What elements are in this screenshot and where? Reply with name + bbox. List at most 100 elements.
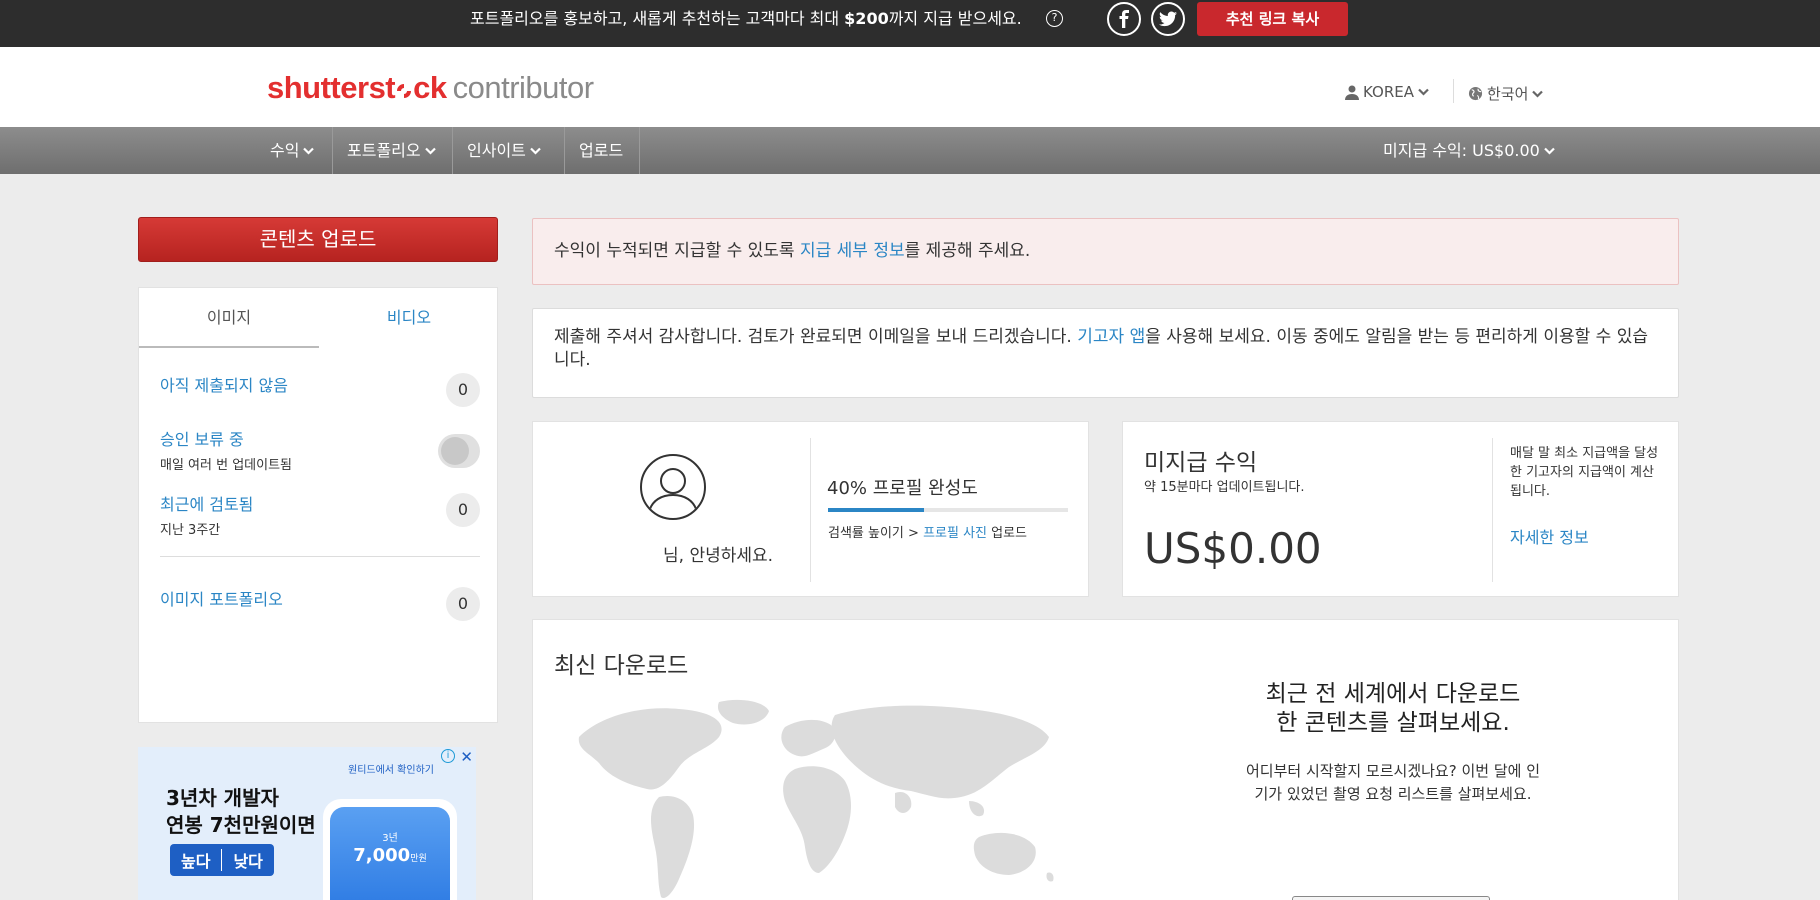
status-not-submitted[interactable]: 아직 제출되지 않음 0 xyxy=(160,372,480,407)
status-pending-review[interactable]: 승인 보류 중 매일 여러 번 업데이트됨 xyxy=(160,426,480,473)
downloads-title: 최신 다운로드 xyxy=(554,653,689,679)
chevron-down-icon xyxy=(1418,88,1429,96)
ad-headline-line-2: 연봉 7천만원이면 xyxy=(166,813,316,837)
nav-insights[interactable]: 인사이트 xyxy=(453,127,565,174)
nav-unpaid-label: 미지급 수익: US$0.00 xyxy=(1383,141,1540,160)
greeting-text: 님, 안녕하세요. xyxy=(663,546,774,566)
nav-earnings-label: 수익 xyxy=(270,141,300,160)
ad-headline-line-1: 3년차 개발자 xyxy=(166,786,279,810)
shot-list-button[interactable] xyxy=(1292,896,1490,900)
payout-details-alert: 수익이 누적되면 지급할 수 있도록 지급 세부 정보를 제공해 주세요. xyxy=(532,218,1679,285)
ad-close-icon[interactable]: ✕ xyxy=(460,748,473,766)
profile-hint: 검색률 높이기 > 프로필 사진 업로드 xyxy=(828,522,1027,541)
alert-text: 수익이 누적되면 지급할 수 있도록 xyxy=(554,241,800,261)
ad-button-group: 높다 낮다 xyxy=(170,844,274,876)
twitter-icon[interactable] xyxy=(1151,2,1185,36)
language-menu[interactable]: 한국어 xyxy=(1468,83,1544,104)
ad-screen-unit: 만원 xyxy=(410,854,427,864)
latest-downloads-card: 최신 다운로드 최근 전 세계에서 다운로드 한 콘텐츠를 살펴보세요. 어디부… xyxy=(532,619,1679,900)
ad-top-label: 원티드에서 확인하기 xyxy=(348,765,434,776)
count-badge: 0 xyxy=(446,587,480,621)
ad-screen-value: 7,000만원 xyxy=(330,845,450,866)
profile-card: 님, 안녕하세요. 40% 프로필 완성도 검색률 높이기 > 프로필 사진 업… xyxy=(532,421,1089,597)
tab-images[interactable]: 이미지 xyxy=(139,288,319,348)
account-label: KOREA xyxy=(1363,83,1414,101)
logo-brand-part-1: shutterst xyxy=(267,70,396,105)
earnings-note: 매달 말 최소 지급액을 달성한 기고자의 지급액이 계산됩니다. xyxy=(1510,446,1659,499)
promo-bar: 포트폴리오를 홍보하고, 새롭게 추천하는 고객마다 최대 $200까지 지급 … xyxy=(0,0,1820,47)
divider xyxy=(810,438,811,582)
chevron-down-icon xyxy=(530,147,541,155)
submission-thanks-alert: 제출해 주셔서 감사합니다. 검토가 완료되면 이메일을 보내 드리겠습니다. … xyxy=(532,308,1679,398)
downloads-heading-line-1: 최근 전 세계에서 다운로드 xyxy=(1265,681,1521,707)
site-header: shutterst ck contributor KOREA 한국어 xyxy=(0,47,1820,127)
nav-upload[interactable]: 업로드 xyxy=(565,127,640,174)
status-subtitle: 지난 3주간 xyxy=(160,523,221,538)
divider xyxy=(1492,438,1493,582)
globe-icon xyxy=(1468,86,1483,101)
progress-fill xyxy=(828,508,924,512)
status-title: 최근에 검토됨 xyxy=(160,495,254,514)
help-icon[interactable]: ? xyxy=(1046,10,1063,27)
divider xyxy=(160,556,480,557)
facebook-icon[interactable] xyxy=(1107,2,1141,36)
chevron-down-icon xyxy=(424,147,436,155)
downloads-heading: 최근 전 세계에서 다운로드 한 콘텐츠를 살펴보세요. xyxy=(1203,680,1583,738)
payout-details-link[interactable]: 지급 세부 정보 xyxy=(800,241,905,261)
chevron-down-icon xyxy=(303,147,315,155)
learn-more-link[interactable]: 자세한 정보 xyxy=(1510,524,1589,548)
status-subtitle: 매일 여러 번 업데이트됨 xyxy=(160,458,292,473)
status-image-portfolio[interactable]: 이미지 포트폴리오 0 xyxy=(160,586,480,621)
contributor-app-link[interactable]: 기고자 앱 xyxy=(1077,327,1145,347)
hint-text: 검색률 높이기 > xyxy=(828,526,924,541)
account-menu[interactable]: KOREA xyxy=(1345,83,1429,101)
ad-low-button[interactable]: 낮다 xyxy=(222,844,273,876)
earnings-title: 미지급 수익 xyxy=(1144,450,1258,476)
earnings-amount: US$0.00 xyxy=(1144,524,1322,573)
language-label: 한국어 xyxy=(1487,85,1529,103)
downloads-heading-line-2: 한 콘텐츠를 살펴보세요. xyxy=(1276,710,1510,736)
chevron-down-icon xyxy=(1532,90,1544,98)
logo-o-icon xyxy=(397,84,412,98)
phone-illustration: 3년 7,000만원 xyxy=(323,799,457,900)
count-badge: 0 xyxy=(446,493,480,527)
nav-earnings[interactable]: 수익 xyxy=(256,127,333,174)
ad-screen-number: 7,000 xyxy=(353,845,411,866)
ad-info-icon[interactable]: i xyxy=(441,749,455,763)
hint-text: 업로드 xyxy=(987,526,1028,541)
ad-headline: 3년차 개발자 연봉 7천만원이면 xyxy=(166,785,316,839)
promo-text-before: 포트폴리오를 홍보하고, 새롭게 추천하는 고객마다 최대 xyxy=(470,9,845,28)
nav-portfolio-label: 포트폴리오 xyxy=(347,141,421,160)
logo-suffix: contributor xyxy=(452,70,594,105)
ad-high-button[interactable]: 높다 xyxy=(170,844,221,876)
avatar-placeholder-icon[interactable] xyxy=(640,454,706,520)
upload-content-button[interactable]: 콘텐츠 업로드 xyxy=(138,217,498,262)
content-status-panel: 이미지 비디오 아직 제출되지 않음 0 승인 보류 중 매일 여러 번 업데이… xyxy=(138,287,498,723)
status-title: 아직 제출되지 않음 xyxy=(160,376,288,395)
chevron-down-icon xyxy=(1544,147,1555,155)
user-icon xyxy=(1345,85,1359,100)
profile-completion-bar xyxy=(828,508,1068,512)
tab-videos[interactable]: 비디오 xyxy=(319,288,499,348)
advertisement[interactable]: i ✕ 원티드에서 확인하기 3년차 개발자 연봉 7천만원이면 높다 낮다 3… xyxy=(138,747,476,900)
status-recently-reviewed[interactable]: 최근에 검토됨 지난 3주간 0 xyxy=(160,491,480,538)
status-title: 승인 보류 중 xyxy=(160,430,244,449)
nav-insights-label: 인사이트 xyxy=(467,141,526,160)
header-divider xyxy=(1453,79,1454,103)
status-title: 이미지 포트폴리오 xyxy=(160,590,283,609)
unpaid-earnings-card: 미지급 수익 약 15분마다 업데이트됩니다. US$0.00 매달 말 최소 … xyxy=(1122,421,1679,597)
nav-portfolio[interactable]: 포트폴리오 xyxy=(333,127,453,174)
shutterstock-contributor-logo[interactable]: shutterst ck contributor xyxy=(267,70,594,106)
promo-text: 포트폴리오를 홍보하고, 새롭게 추천하는 고객마다 최대 $200까지 지급 … xyxy=(470,0,1022,47)
alert-text: 를 제공해 주세요. xyxy=(904,241,1031,261)
nav-upload-label: 업로드 xyxy=(579,141,624,160)
downloads-body: 어디부터 시작할지 모르시겠나요? 이번 달에 인기가 있었던 촬영 요청 리스… xyxy=(1245,762,1540,803)
profile-photo-link[interactable]: 프로필 사진 xyxy=(923,526,987,541)
copy-referral-link-button[interactable]: 추천 링크 복사 xyxy=(1197,2,1348,36)
nav-unpaid-earnings[interactable]: 미지급 수익: US$0.00 xyxy=(1383,127,1555,174)
promo-text-after: 까지 지급 받으세요. xyxy=(888,9,1022,28)
world-map-icon xyxy=(578,699,1054,899)
main-nav: 수익 포트폴리오 인사이트 업로드 미지급 수익: US$0.00 xyxy=(0,127,1820,174)
logo-brand-part-2: ck xyxy=(413,70,447,105)
alert-text: 제출해 주셔서 감사합니다. 검토가 완료되면 이메일을 보내 드리겠습니다. xyxy=(554,327,1078,347)
